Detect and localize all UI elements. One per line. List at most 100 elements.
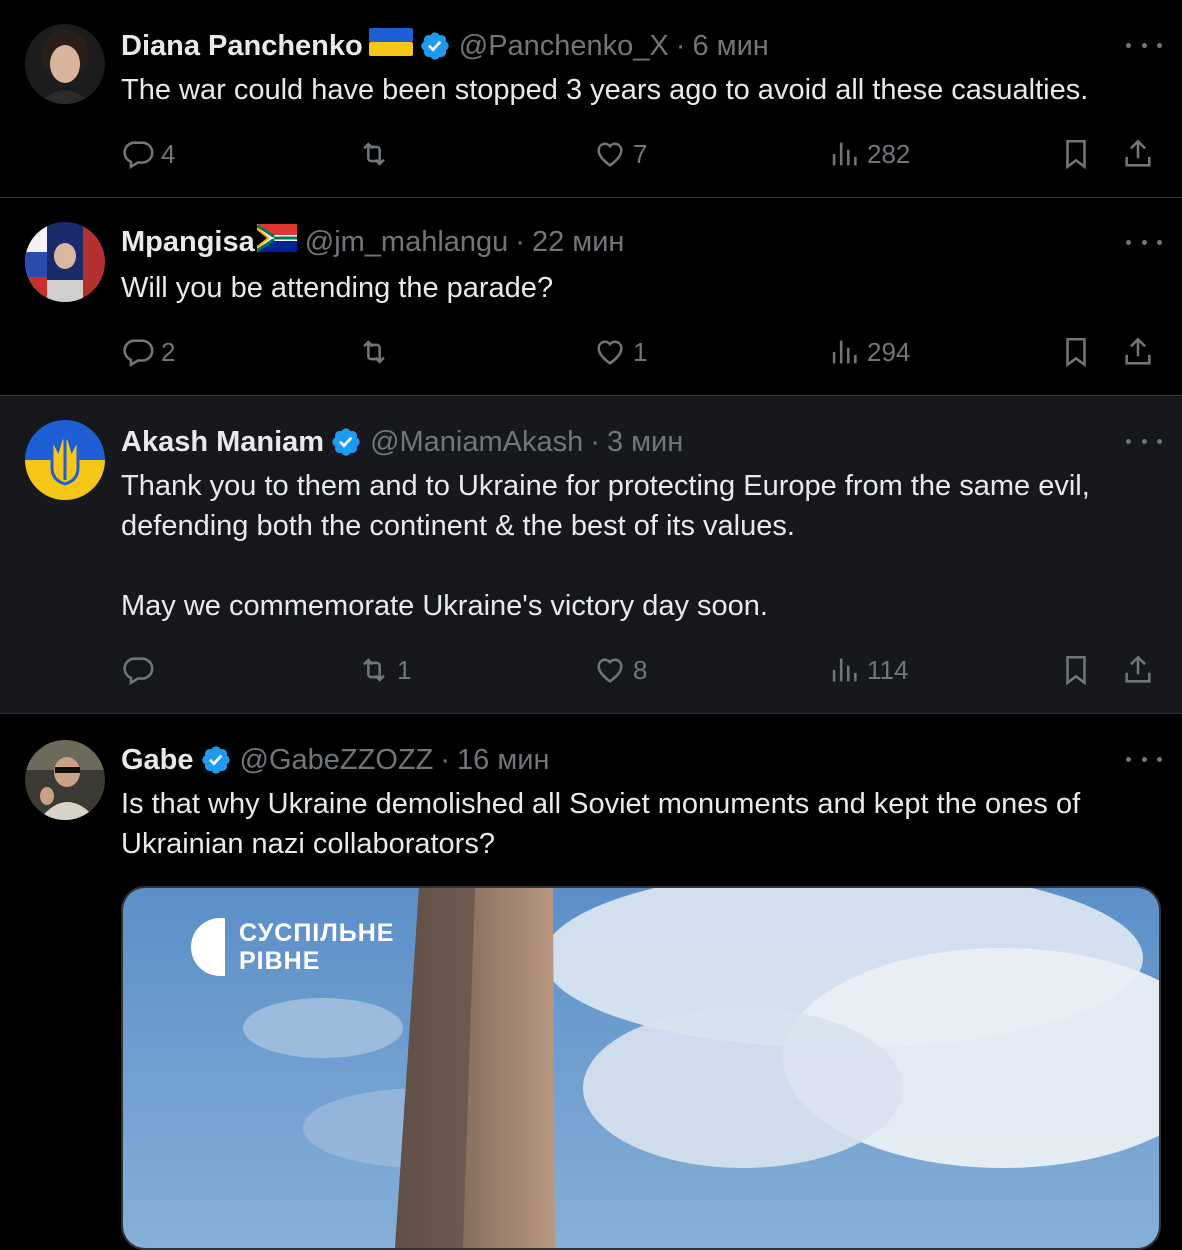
action-bar: 1 8 114 [121,650,1154,690]
avatar[interactable] [25,420,105,500]
avatar[interactable] [25,222,105,302]
more-icon[interactable] [1126,431,1162,451]
tweet-paragraph: May we commemorate Ukraine's victory day… [121,590,768,622]
reply-icon [123,339,154,368]
like-button[interactable]: 8 [593,650,647,690]
avatar[interactable] [25,740,105,820]
retweet-button[interactable] [357,134,397,174]
tweet-mpangisa[interactable]: Mpangisa @jm_mahlangu · 22 мин Will you … [0,198,1182,396]
tweet-media[interactable]: СУСПІЛЬНЕ РІВНЕ [121,886,1161,1250]
views-icon [832,142,857,166]
author-handle[interactable]: @GabeZZOZZ [240,744,434,777]
reply-count: 2 [161,336,176,367]
tweet-header: Diana Panchenko @Panchenko_X · 6 мин [121,24,769,68]
watermark-line: СУСПІЛЬНЕ [239,919,395,947]
retweet-icon [363,340,385,364]
retweet-button[interactable]: 1 [357,650,411,690]
reply-icon [123,141,154,170]
bookmark-icon [1066,655,1086,686]
avatar-image [25,222,105,302]
author-handle[interactable]: @ManiamAkash [370,426,583,459]
views-icon [832,340,857,364]
author-handle[interactable]: @Panchenko_X [459,30,669,63]
share-icon [1125,139,1151,167]
bookmark-button[interactable] [1059,134,1093,174]
media-watermark: СУСПІЛЬНЕ РІВНЕ [191,918,394,976]
timestamp[interactable]: 3 мин [607,426,683,459]
share-icon [1125,655,1151,683]
watermark-logo-icon [191,918,225,976]
ukraine-flag-icon [368,28,413,64]
avatar[interactable] [25,24,105,104]
views-icon [832,658,857,682]
timestamp[interactable]: 6 мин [692,30,768,63]
author-name[interactable]: Gabe [121,744,194,777]
reply-button[interactable]: 2 [121,332,175,372]
tweet-header: Mpangisa @jm_mahlangu · 22 мин [121,220,624,264]
tweet-text: Is that why Ukraine demolished all Sovie… [121,784,1152,864]
tweet-header: Akash Maniam @ManiamAkash · 3 мин [121,420,683,464]
heart-icon [597,142,623,167]
reply-button[interactable] [121,650,161,690]
views-button[interactable]: 282 [827,134,910,174]
reply-count: 4 [161,138,176,169]
like-count: 8 [633,654,648,685]
tweet-diana[interactable]: Diana Panchenko @Panchenko_X · 6 мин The… [0,0,1182,198]
views-count: 114 [867,654,909,685]
retweet-button[interactable] [357,332,397,372]
like-count: 1 [633,336,648,367]
like-button[interactable]: 7 [593,134,647,174]
retweet-count: 1 [397,654,412,685]
author-name[interactable]: Diana Panchenko [121,30,363,63]
heart-icon [597,658,623,683]
author-handle[interactable]: @jm_mahlangu [305,226,509,259]
action-bar: 4 7 282 [121,134,1154,174]
share-icon [1125,337,1151,365]
author-name[interactable]: Akash Maniam [121,426,324,459]
bookmark-button[interactable] [1059,332,1093,372]
verified-badge-icon [332,428,360,456]
separator: · [590,425,600,458]
more-icon[interactable] [1126,35,1162,55]
timestamp[interactable]: 16 мин [457,744,549,777]
views-button[interactable]: 294 [827,332,910,372]
tweet-paragraph: The war could have been stopped 3 years … [121,74,1089,106]
action-bar: 2 1 294 [121,332,1154,372]
timestamp[interactable]: 22 мин [532,226,624,259]
bookmark-button[interactable] [1059,650,1093,690]
author-name[interactable]: Mpangisa [121,226,255,259]
heart-icon [597,340,623,365]
separator: · [515,225,525,258]
share-button[interactable] [1121,332,1155,372]
south-africa-flag-icon [255,224,297,260]
avatar-image [25,24,105,104]
reply-icon [123,657,154,686]
verified-badge-icon [421,32,449,60]
avatar-image [25,740,105,820]
verified-badge-icon [201,746,230,774]
views-count: 282 [867,138,911,169]
separator: · [440,743,450,776]
tweet-paragraph: Is that why Ukraine demolished all Sovie… [121,788,1081,860]
more-icon[interactable] [1126,749,1162,769]
tweet-text: Thank you to them and to Ukraine for pro… [121,466,1162,626]
tweet-header: Gabe @GabeZZOZZ · 16 мин [121,738,549,782]
tweet-text: Will you be attending the parade? [121,268,1152,308]
reply-button[interactable]: 4 [121,134,175,174]
watermark-line: РІВНЕ [239,947,321,975]
share-button[interactable] [1121,650,1155,690]
bookmark-icon [1066,139,1086,170]
retweet-icon [363,658,385,682]
like-button[interactable]: 1 [593,332,647,372]
separator: · [675,29,686,62]
views-button[interactable]: 114 [827,650,908,690]
tweet-paragraph: Will you be attending the parade? [121,272,554,304]
tweet-text: The war could have been stopped 3 years … [121,70,1152,110]
like-count: 7 [633,138,648,169]
avatar-image [25,420,105,500]
tweet-akash[interactable]: Akash Maniam @ManiamAkash · 3 мин Thank … [0,396,1182,714]
views-count: 294 [867,336,911,367]
share-button[interactable] [1121,134,1155,174]
tweet-paragraph: Thank you to them and to Ukraine for pro… [121,470,1090,542]
more-icon[interactable] [1126,232,1162,252]
